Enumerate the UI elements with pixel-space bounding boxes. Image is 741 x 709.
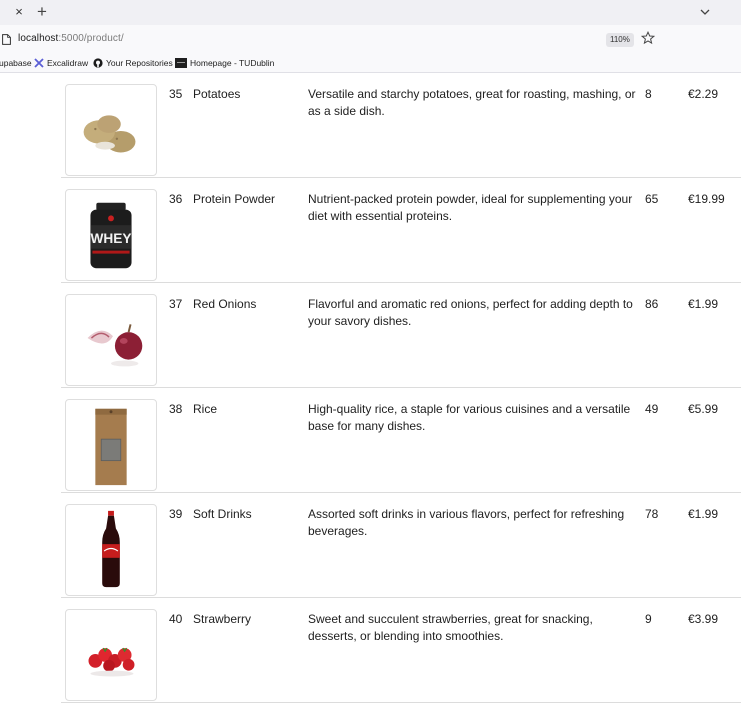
bookmark-supabase[interactable]: upabase	[0, 58, 32, 69]
chevron-down-icon	[700, 9, 710, 15]
product-quantity: 49	[645, 402, 659, 416]
product-name: Soft Drinks	[193, 507, 252, 521]
bookmark-label: upabase	[0, 58, 32, 68]
product-image	[65, 399, 157, 491]
soft-drink-bottle-image	[102, 510, 120, 588]
product-price: €3.99	[688, 612, 719, 626]
bookmark-excalidraw[interactable]: Excalidraw	[34, 58, 88, 69]
tab-bar: × +	[0, 0, 741, 25]
url-path: :5000/product/	[58, 33, 124, 44]
tudublin-icon	[175, 58, 187, 68]
product-name: Strawberry	[193, 612, 252, 626]
bookmark-label: Excalidraw	[47, 58, 89, 68]
zoom-level-badge[interactable]: 110%	[606, 33, 634, 47]
product-price: €1.99	[688, 297, 719, 311]
table-row: 38 Rice High-quality rice, a staple for …	[61, 388, 741, 493]
navigation-bar: localhost:5000/product/ 110%	[0, 25, 741, 53]
product-description: Assorted soft drinks in various flavors,…	[308, 507, 625, 538]
product-price: €5.99	[688, 402, 719, 416]
product-id: 39	[169, 507, 183, 521]
table-row: 37 Red Onions Flavorful and aromatic red…	[61, 283, 741, 388]
product-description: Flavorful and aromatic red onions, perfe…	[308, 297, 633, 328]
bookmark-label: Your Repositories	[106, 58, 173, 68]
protein-powder-image: WHEY	[90, 202, 132, 269]
product-id: 38	[169, 402, 183, 416]
bookmark-label: Homepage - TUDublin	[190, 58, 275, 68]
product-description: Nutrient-packed protein powder, ideal fo…	[308, 192, 633, 223]
product-quantity: 86	[645, 297, 659, 311]
red-onions-image	[87, 324, 143, 367]
product-quantity: 65	[645, 192, 659, 206]
product-quantity: 8	[645, 87, 652, 101]
product-image	[65, 609, 157, 701]
tab-close-button[interactable]: ×	[12, 4, 26, 20]
table-row: 35 Potatoes Versatile and starchy potato…	[61, 74, 741, 178]
product-quantity: 9	[645, 612, 652, 626]
product-image	[65, 84, 157, 176]
product-name: Rice	[193, 402, 218, 416]
table-row: WHEY 36 Protein Powder Nutrient-packed p…	[61, 178, 741, 283]
potatoes-image	[83, 115, 136, 153]
product-description: Sweet and succulent strawberries, great …	[308, 612, 593, 643]
table-row: 40 Strawberry Sweet and succulent strawb…	[61, 598, 741, 703]
product-description: High-quality rice, a staple for various …	[308, 402, 631, 433]
product-image	[65, 294, 157, 386]
strawberries-image	[88, 647, 135, 677]
page-icon	[2, 34, 11, 45]
product-quantity: 78	[645, 507, 659, 521]
product-id: 40	[169, 612, 183, 626]
star-icon[interactable]	[641, 31, 655, 45]
bookmarks-toolbar: upabase Excalidraw Your Repositories Hom…	[0, 53, 741, 73]
product-name: Potatoes	[193, 87, 241, 101]
product-price: €2.29	[688, 87, 719, 101]
product-id: 36	[169, 192, 183, 206]
product-image	[65, 504, 157, 596]
product-name: Protein Powder	[193, 192, 276, 206]
address-bar[interactable]: localhost:5000/product/	[18, 33, 124, 44]
product-table: 35 Potatoes Versatile and starchy potato…	[0, 74, 741, 709]
table-row: 39 Soft Drinks Assorted soft drinks in v…	[61, 493, 741, 598]
product-image: WHEY	[65, 189, 157, 281]
product-id: 37	[169, 297, 183, 311]
product-description: Versatile and starchy potatoes, great fo…	[308, 87, 636, 118]
github-icon	[93, 58, 103, 68]
new-tab-button[interactable]: +	[37, 2, 47, 22]
url-host: localhost	[18, 33, 59, 44]
product-name: Red Onions	[193, 297, 257, 311]
list-all-tabs-button[interactable]	[698, 3, 712, 21]
whey-label-text: WHEY	[90, 231, 131, 246]
bookmark-homepage-tudublin[interactable]: Homepage - TUDublin	[175, 58, 274, 69]
product-price: €19.99	[688, 192, 725, 206]
bookmark-your-repositories[interactable]: Your Repositories	[93, 58, 173, 69]
product-id: 35	[169, 87, 183, 101]
rice-bag-image	[95, 408, 127, 486]
product-price: €1.99	[688, 507, 719, 521]
excalidraw-icon	[34, 58, 44, 68]
